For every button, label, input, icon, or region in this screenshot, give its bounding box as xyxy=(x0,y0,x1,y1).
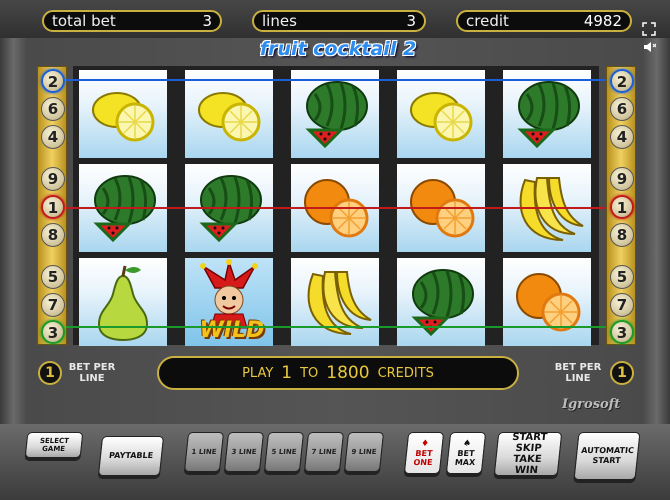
symbol-banana xyxy=(291,258,379,346)
lines-value: 3 xyxy=(406,12,416,30)
total-bet-label: total bet xyxy=(52,12,116,30)
line-badge-left[interactable]: 1 xyxy=(41,195,65,219)
credit-value: 4982 xyxy=(583,12,622,30)
bet-max-button[interactable]: ♠ BET MAX xyxy=(445,432,487,474)
credit-meter: credit 4982 xyxy=(456,10,632,32)
igrosoft-logo: Igrosoft xyxy=(562,397,621,412)
lines-label: lines xyxy=(262,12,297,30)
play-label: PLAY xyxy=(242,365,274,381)
bet-per-line-right-value: 1 xyxy=(610,361,634,385)
line-badge-left[interactable]: 5 xyxy=(41,265,65,289)
line-badge-right[interactable]: 1 xyxy=(610,195,634,219)
automatic-start-button[interactable]: AUTOMATIC START xyxy=(573,432,641,480)
game-title: fruit cocktail 2 xyxy=(259,38,417,60)
line-badge-right[interactable]: 2 xyxy=(610,69,634,93)
symbol-lemon xyxy=(185,70,273,158)
line-7-button[interactable]: 7 LINE xyxy=(303,432,345,472)
bet-max-label: BET MAX xyxy=(454,448,476,467)
symbol-lemon xyxy=(79,70,167,158)
bet-per-line-left-value: 1 xyxy=(38,361,62,385)
line-numbers-left: 2 6 4 9 1 8 5 7 3 xyxy=(37,66,67,345)
line-badge-left[interactable]: 9 xyxy=(41,167,65,191)
bet-per-line-left: 1 BET PER LINE xyxy=(36,356,116,390)
symbol-lemon xyxy=(397,70,485,158)
credits-label: CREDITS xyxy=(377,365,434,381)
line-1-button[interactable]: 1 LINE xyxy=(183,432,225,472)
diamond-icon: ♦ xyxy=(420,438,430,449)
line-badge-left[interactable]: 4 xyxy=(41,125,65,149)
symbol-watermelon xyxy=(291,70,379,158)
payline-2 xyxy=(66,79,606,81)
line-badge-left[interactable]: 7 xyxy=(41,293,65,317)
line-5-button[interactable]: 5 LINE xyxy=(263,432,305,472)
payline-3 xyxy=(66,326,606,328)
bet-per-line-right: BET PER LINE 1 xyxy=(552,356,636,390)
line-3-button[interactable]: 3 LINE xyxy=(223,432,265,472)
bet-per-line-right-label: BET PER LINE xyxy=(554,362,602,384)
wild-label: WILD xyxy=(199,318,265,343)
lines-meter: lines 3 xyxy=(252,10,426,32)
reel-3 xyxy=(285,66,385,346)
start-skip-take-win-button[interactable]: START SKIP TAKE WIN xyxy=(493,432,563,476)
play-to-value: 1800 xyxy=(326,363,370,383)
line-badge-left[interactable]: 8 xyxy=(41,223,65,247)
play-from-value: 1 xyxy=(281,363,293,383)
line-badge-right[interactable]: 9 xyxy=(610,167,634,191)
line-badge-right[interactable]: 4 xyxy=(610,125,634,149)
payline-1 xyxy=(66,207,606,209)
reel-4 xyxy=(391,66,491,346)
line-badge-left[interactable]: 3 xyxy=(41,320,65,344)
play-credits-display: PLAY 1 TO 1800 CREDITS xyxy=(157,356,519,390)
line-badge-left[interactable]: 6 xyxy=(41,97,65,121)
reel-5 xyxy=(497,66,597,346)
symbol-watermelon xyxy=(397,258,485,346)
line-numbers-right: 2 6 4 9 1 8 5 7 3 xyxy=(606,66,636,345)
symbol-orange xyxy=(503,258,591,346)
total-bet-meter: total bet 3 xyxy=(42,10,222,32)
symbol-pear xyxy=(79,258,167,346)
line-badge-right[interactable]: 3 xyxy=(610,320,634,344)
reel-2: WILD xyxy=(179,66,279,346)
reels-area: WILD xyxy=(73,66,599,346)
line-badge-left[interactable]: 2 xyxy=(41,69,65,93)
line-badge-right[interactable]: 6 xyxy=(610,97,634,121)
reel-1 xyxy=(73,66,173,346)
line-badge-right[interactable]: 5 xyxy=(610,265,634,289)
bet-per-line-left-label: BET PER LINE xyxy=(68,362,116,384)
info-panel: 1 BET PER LINE PLAY 1 TO 1800 CREDITS BE… xyxy=(36,356,636,390)
bet-one-label: BET ONE xyxy=(413,448,434,467)
sound-icon[interactable] xyxy=(641,40,657,54)
bet-one-button[interactable]: ♦ BET ONE xyxy=(403,432,445,474)
spade-icon: ♠ xyxy=(462,438,472,449)
line-9-button[interactable]: 9 LINE xyxy=(343,432,385,472)
paytable-button[interactable]: PAYTABLE xyxy=(97,436,165,476)
select-game-button[interactable]: SELECT GAME xyxy=(24,432,84,458)
symbol-watermelon xyxy=(503,70,591,158)
to-label: TO xyxy=(300,365,319,381)
credit-label: credit xyxy=(466,12,509,30)
line-badge-right[interactable]: 7 xyxy=(610,293,634,317)
total-bet-value: 3 xyxy=(202,12,212,30)
line-badge-right[interactable]: 8 xyxy=(610,223,634,247)
fullscreen-icon[interactable] xyxy=(641,22,657,36)
